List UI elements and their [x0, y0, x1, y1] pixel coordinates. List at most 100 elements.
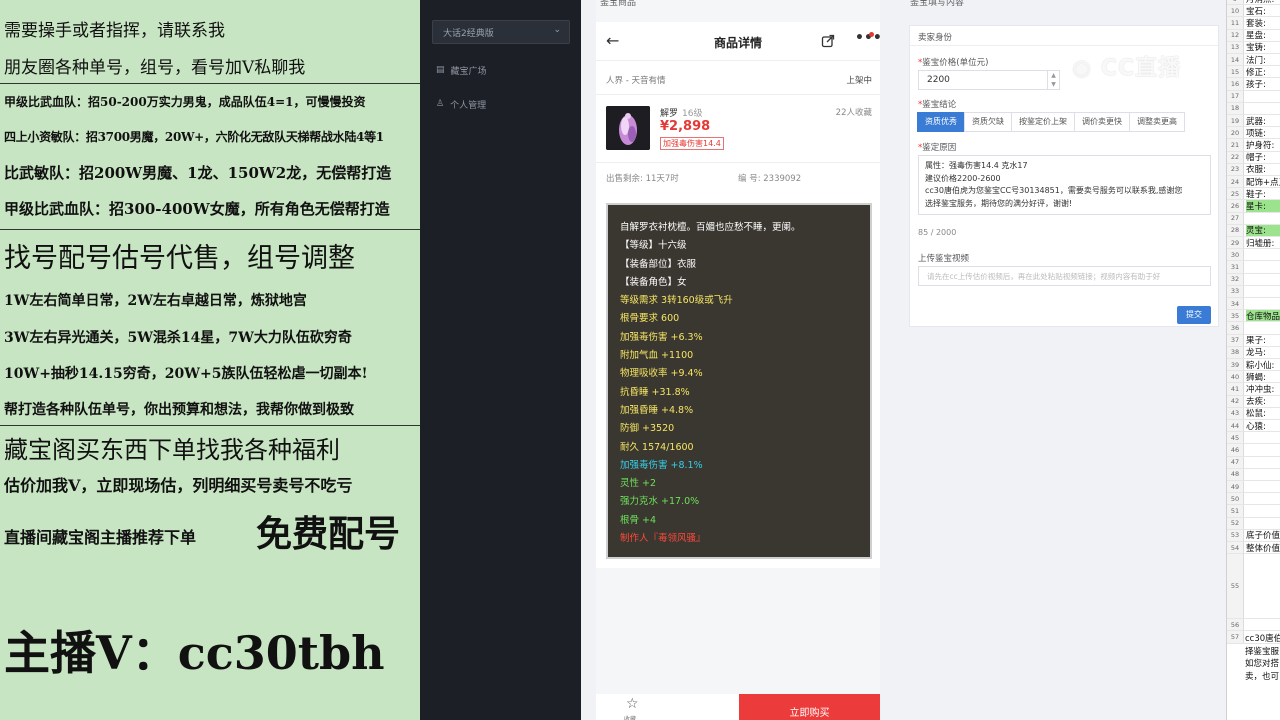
- sheet-cell[interactable]: 狮蝎:: [1246, 371, 1280, 383]
- sheet-cell[interactable]: [1246, 457, 1280, 468]
- game-version-select[interactable]: 大话2经典版 ⌄: [432, 20, 570, 44]
- sheet-row[interactable]: 31: [1227, 261, 1280, 274]
- sheet-cell[interactable]: 套装:: [1246, 17, 1280, 29]
- sheet-cell[interactable]: 帽子:: [1246, 152, 1280, 163]
- sheet-row[interactable]: 38 龙马:: [1227, 346, 1280, 359]
- sheet-cell[interactable]: [1246, 298, 1280, 309]
- sheet-cell[interactable]: 冲冲虫:: [1246, 383, 1280, 395]
- sheet-row[interactable]: 40 狮蝎:: [1227, 371, 1280, 384]
- sidebar-item-market[interactable]: ▤ 藏宝广场: [436, 62, 487, 78]
- sheet-row[interactable]: 28 灵宝:: [1227, 224, 1280, 237]
- sheet-row[interactable]: 26 星卡:: [1227, 200, 1280, 213]
- sheet-cell[interactable]: [1246, 469, 1280, 480]
- conclusion-option[interactable]: 资质欠缺: [964, 112, 1012, 132]
- sheet-cell[interactable]: 仓库物品: [1246, 310, 1280, 322]
- sheet-cell[interactable]: [1246, 444, 1280, 455]
- sheet-cell[interactable]: 月消点:: [1246, 0, 1280, 4]
- sheet-cell[interactable]: [1246, 505, 1280, 516]
- sheet-cell[interactable]: 修正:: [1246, 66, 1280, 78]
- sheet-cell[interactable]: [1246, 481, 1280, 492]
- sheet-cell[interactable]: 配饰+点卫: [1246, 176, 1280, 188]
- sheet-cell[interactable]: 去疾:: [1246, 396, 1280, 407]
- sheet-row[interactable]: 43 松鼠:: [1227, 407, 1280, 420]
- sheet-row[interactable]: 33: [1227, 285, 1280, 298]
- sheet-cell[interactable]: [1246, 91, 1280, 102]
- sheet-row[interactable]: 54 整体价值: [1227, 542, 1280, 555]
- sheet-cell[interactable]: 项链:: [1246, 127, 1280, 139]
- sheet-row[interactable]: 14 法门:: [1227, 54, 1280, 67]
- price-input[interactable]: 2200 ▲ ▼: [918, 70, 1060, 90]
- item-thumbnail[interactable]: [606, 106, 650, 150]
- sheet-row[interactable]: 19 武器:: [1227, 115, 1280, 128]
- sheet-cell[interactable]: 星卡:: [1246, 200, 1280, 212]
- sheet-row[interactable]: 32: [1227, 273, 1280, 286]
- sheet-row[interactable]: 21 护身符:: [1227, 139, 1280, 152]
- sheet-row[interactable]: 29 归墟册:: [1227, 237, 1280, 250]
- sheet-row[interactable]: 53 底子价值: [1227, 529, 1280, 542]
- buy-now-button[interactable]: 立即购买: [739, 694, 880, 720]
- sheet-row[interactable]: 39 粽小仙:: [1227, 359, 1280, 372]
- sheet-row[interactable]: 27: [1227, 212, 1280, 225]
- sheet-row[interactable]: 24配饰+点卫: [1227, 176, 1280, 189]
- sheet-cell[interactable]: [1246, 274, 1280, 285]
- sheet-row[interactable]: 45: [1227, 432, 1280, 445]
- sheet-cell[interactable]: 果子:: [1246, 335, 1280, 346]
- sheet-row[interactable]: 30: [1227, 249, 1280, 262]
- sheet-row[interactable]: 56: [1227, 619, 1280, 632]
- sheet-cell[interactable]: 衣服:: [1246, 164, 1280, 175]
- sheet-cell[interactable]: 法门:: [1246, 54, 1280, 66]
- sheet-row[interactable]: 50: [1227, 493, 1280, 506]
- video-link-input[interactable]: 请先在cc上传估价视频后，再在此处粘贴视频链接；视频内容有助于好: [918, 266, 1211, 286]
- conclusion-option[interactable]: 按鉴定价上架: [1011, 112, 1075, 132]
- sheet-cell[interactable]: 整体价值: [1246, 542, 1280, 554]
- sheet-cell[interactable]: 星盘:: [1246, 30, 1280, 41]
- sheet-cell[interactable]: [1246, 213, 1280, 224]
- sheet-cell[interactable]: [1246, 554, 1280, 618]
- sheet-row[interactable]: 46: [1227, 444, 1280, 457]
- star-icon[interactable]: ☆: [626, 696, 639, 712]
- sheet-row[interactable]: 35 仓库物品: [1227, 310, 1280, 323]
- sheet-row[interactable]: 10 宝石:: [1227, 5, 1280, 18]
- sheet-row[interactable]: 51: [1227, 505, 1280, 518]
- share-icon[interactable]: [821, 34, 835, 48]
- sheet-cell[interactable]: 孩子:: [1246, 78, 1280, 90]
- sheet-row[interactable]: 49: [1227, 481, 1280, 494]
- sheet-cell[interactable]: 灵宝:: [1246, 224, 1280, 236]
- sheet-cell[interactable]: 鞋子:: [1246, 188, 1280, 200]
- sheet-cell[interactable]: 松鼠:: [1246, 408, 1280, 419]
- sheet-row[interactable]: 44 心猿:: [1227, 420, 1280, 433]
- sheet-row[interactable]: 23 衣服:: [1227, 163, 1280, 176]
- conclusion-option[interactable]: 资质优秀: [917, 112, 965, 132]
- sheet-row[interactable]: 22 帽子:: [1227, 151, 1280, 164]
- submit-button[interactable]: 提交: [1177, 306, 1211, 324]
- stepper-icon[interactable]: ▲ ▼: [1047, 71, 1059, 89]
- sheet-row[interactable]: 16 孩子:: [1227, 78, 1280, 91]
- sheet-cell[interactable]: [1246, 261, 1280, 272]
- sheet-row[interactable]: 36: [1227, 322, 1280, 335]
- sheet-cell[interactable]: [1246, 249, 1280, 260]
- sheet-cell[interactable]: 护身符:: [1246, 139, 1280, 151]
- sheet-row[interactable]: 37 果子:: [1227, 334, 1280, 347]
- sheet-row[interactable]: 18: [1227, 102, 1280, 115]
- sheet-cell[interactable]: [1246, 518, 1280, 529]
- sheet-cell[interactable]: [1246, 286, 1280, 297]
- sheet-cell[interactable]: [1246, 619, 1280, 630]
- sheet-cell[interactable]: 龙马:: [1246, 347, 1280, 358]
- sheet-row[interactable]: 55: [1227, 554, 1280, 620]
- sidebar-item-personal[interactable]: ♙ 个人管理: [436, 96, 486, 112]
- reason-textarea[interactable]: 属性：强毒伤害14.4 克水17 建议价格2200-2600 cc30唐伯虎为您鉴宝…: [918, 155, 1211, 215]
- sheet-row[interactable]: 11 套装:: [1227, 17, 1280, 30]
- sheet-row[interactable]: 13 宝铸:: [1227, 41, 1280, 54]
- conclusion-option[interactable]: 调整卖更高: [1129, 112, 1185, 132]
- sheet-cell[interactable]: [1246, 493, 1280, 504]
- sheet-cell[interactable]: 心猿:: [1246, 420, 1280, 432]
- sheet-row[interactable]: 47: [1227, 456, 1280, 469]
- sheet-row[interactable]: 42 去疾:: [1227, 395, 1280, 408]
- sheet-row[interactable]: 48: [1227, 468, 1280, 481]
- sheet-row[interactable]: 15 修正:: [1227, 66, 1280, 79]
- sheet-cell[interactable]: 宝铸:: [1246, 42, 1280, 53]
- sheet-cell[interactable]: 归墟册:: [1246, 237, 1280, 249]
- sheet-row[interactable]: 34: [1227, 298, 1280, 311]
- sheet-row[interactable]: 12 星盘:: [1227, 29, 1280, 42]
- sheet-cell[interactable]: [1246, 322, 1280, 333]
